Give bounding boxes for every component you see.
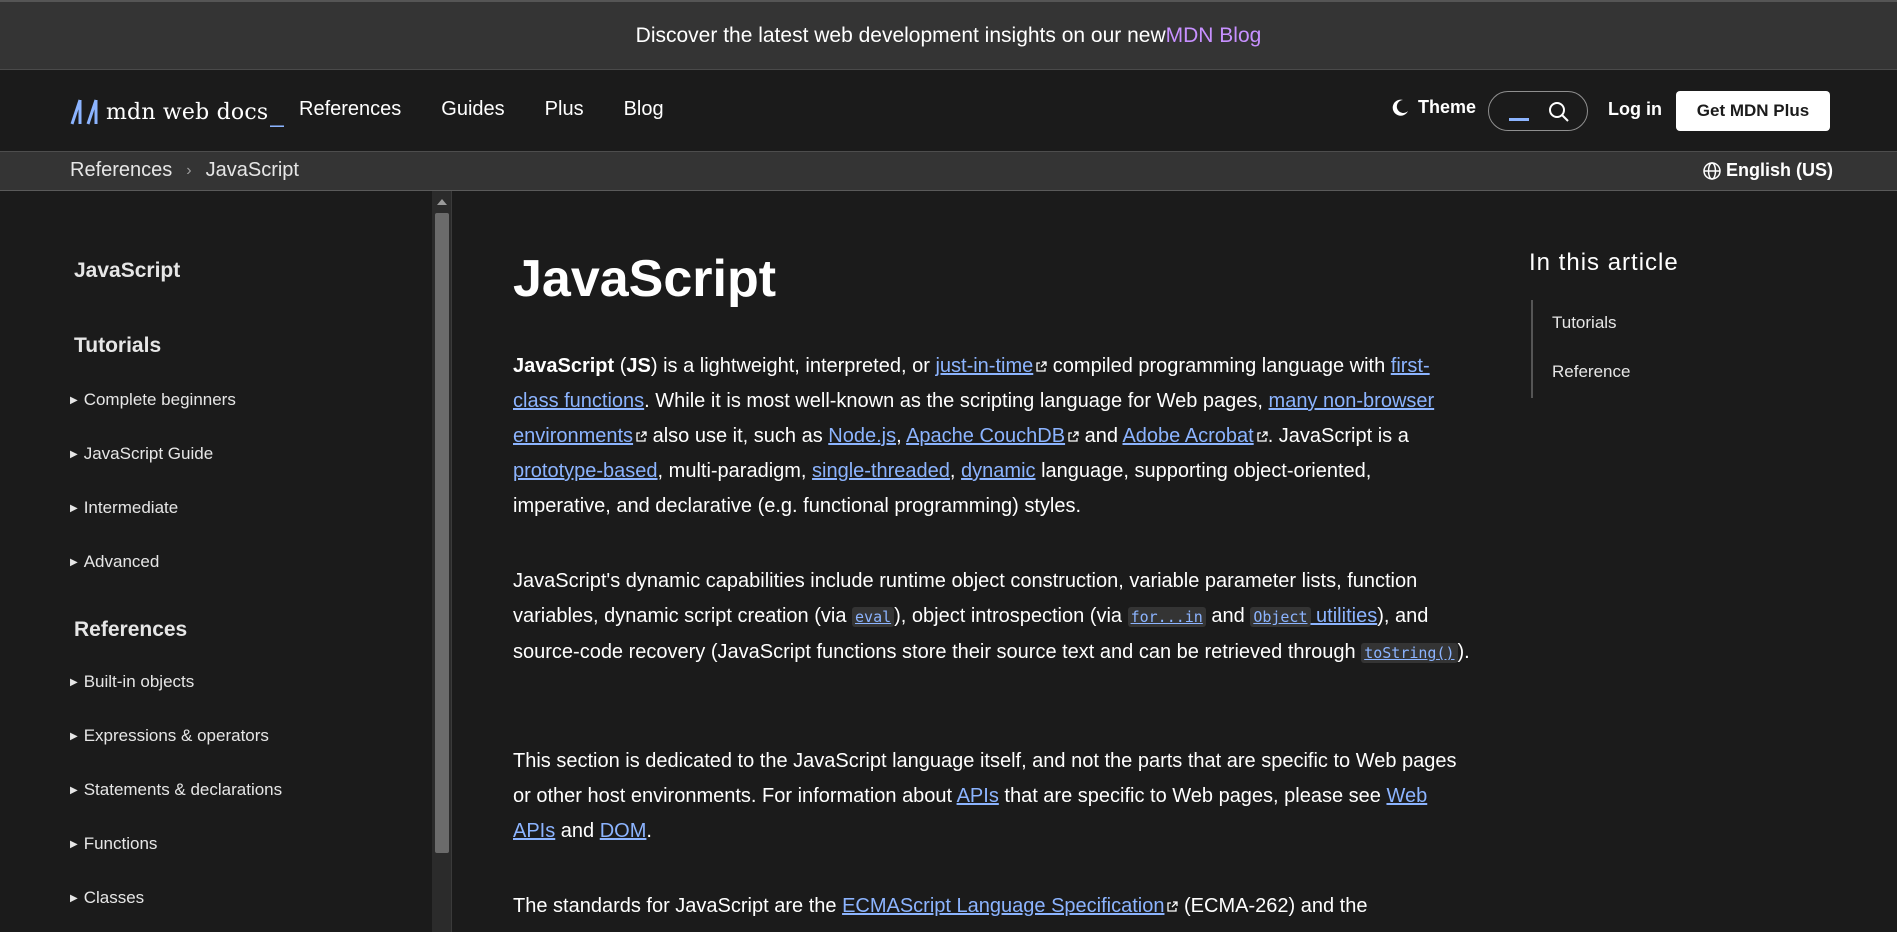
toc-item-reference[interactable]: Reference xyxy=(1552,362,1630,382)
sidebar-item-label: Complete beginners xyxy=(83,390,236,409)
caret-right-icon: ▶ xyxy=(70,730,78,742)
caret-right-icon: ▶ xyxy=(70,394,78,406)
scrollbar-thumb[interactable] xyxy=(435,213,449,853)
scope-paragraph: This section is dedicated to the JavaScr… xyxy=(513,750,1457,842)
sidebar-item-label: Advanced xyxy=(83,552,160,571)
mdn-blog-link[interactable]: MDN Blog xyxy=(1166,24,1262,48)
globe-icon xyxy=(1703,161,1721,180)
scroll-up-arrow-icon[interactable] xyxy=(437,199,447,205)
get-mdn-plus-button[interactable]: Get MDN Plus xyxy=(1676,91,1830,131)
sidebar-item-intermediate[interactable]: ▶ Intermediate xyxy=(70,498,178,518)
sidebar-item-label: Statements & declarations xyxy=(83,780,283,799)
breadcrumb-references[interactable]: References xyxy=(70,159,172,182)
intro-paragraph: JavaScript (JS) is a lightweight, interp… xyxy=(513,355,1435,517)
sidebar-item-built-in-objects[interactable]: ▶ Built-in objects xyxy=(70,672,194,692)
theme-label: Theme xyxy=(1418,97,1477,117)
toc-rail xyxy=(1531,300,1533,398)
external-link-icon xyxy=(1068,431,1079,442)
caret-right-icon: ▶ xyxy=(70,676,78,688)
link-utilities[interactable]: utilities xyxy=(1311,605,1377,627)
announcement-banner: Discover the latest web development insi… xyxy=(0,0,1897,70)
link-single-threaded[interactable]: single-threaded xyxy=(812,460,950,482)
sidebar-item-functions[interactable]: ▶ Functions xyxy=(70,834,157,854)
sidebar-item-statements-declarations[interactable]: ▶ Statements & declarations xyxy=(70,780,282,800)
site-header: mdn web docs _ References Guides Plus Bl… xyxy=(0,70,1897,152)
sidebar-item-javascript-guide[interactable]: ▶ JavaScript Guide xyxy=(70,444,213,464)
toc-heading: In this article xyxy=(1529,249,1679,276)
nav-references[interactable]: References xyxy=(299,98,401,121)
link-dynamic[interactable]: dynamic xyxy=(961,460,1035,482)
link-apis[interactable]: APIs xyxy=(957,785,999,807)
link-just-in-time[interactable]: just-in-time xyxy=(935,355,1033,377)
sidebar-item-complete-beginners[interactable]: ▶ Complete beginners xyxy=(70,390,236,410)
search-icon[interactable] xyxy=(1547,100,1571,124)
caret-right-icon: ▶ xyxy=(70,838,78,850)
mdn-logo-icon xyxy=(70,99,98,125)
standards-paragraph: The standards for JavaScript are the ECM… xyxy=(513,895,1368,917)
link-object[interactable]: Object xyxy=(1253,608,1307,626)
link-eval[interactable]: eval xyxy=(855,608,891,626)
link-prototype-based[interactable]: prototype-based xyxy=(513,460,658,482)
sidebar-title[interactable]: JavaScript xyxy=(74,259,180,283)
external-link-icon xyxy=(1036,361,1047,372)
sidebar: JavaScript Tutorials ▶ Complete beginners… xyxy=(0,191,432,932)
moon-icon xyxy=(1392,99,1408,116)
logo-underscore: _ xyxy=(270,101,284,128)
link-tostring[interactable]: toString() xyxy=(1364,644,1454,662)
link-adobe-acrobat[interactable]: Adobe Acrobat xyxy=(1122,425,1253,447)
sidebar-heading-tutorials: Tutorials xyxy=(74,334,162,357)
sidebar-item-classes[interactable]: ▶ Classes xyxy=(70,888,144,908)
toc-item-tutorials[interactable]: Tutorials xyxy=(1552,313,1617,333)
sidebar-item-label: Classes xyxy=(83,888,145,907)
caret-right-icon: ▶ xyxy=(70,556,78,568)
caret-right-icon: ▶ xyxy=(70,784,78,796)
sidebar-scrollbar[interactable] xyxy=(432,191,452,932)
breadcrumb-bar: References › JavaScript English (US) xyxy=(0,152,1897,191)
search-input[interactable] xyxy=(1488,91,1588,131)
logo-text: mdn web docs xyxy=(106,99,269,125)
sidebar-item-label: JavaScript Guide xyxy=(83,444,214,463)
language-label: English (US) xyxy=(1726,160,1833,180)
nav-blog[interactable]: Blog xyxy=(624,98,664,121)
caret-right-icon: ▶ xyxy=(70,448,78,460)
sidebar-item-advanced[interactable]: ▶ Advanced xyxy=(70,552,159,572)
chevron-right-icon: › xyxy=(186,161,192,179)
link-nodejs[interactable]: Node.js xyxy=(828,425,896,447)
caret-right-icon: ▶ xyxy=(70,892,78,904)
link-for-in[interactable]: for...in xyxy=(1131,608,1203,626)
banner-text: Discover the latest web development insi… xyxy=(635,23,1166,47)
sidebar-item-expressions-operators[interactable]: ▶ Expressions & operators xyxy=(70,726,269,746)
caret-right-icon: ▶ xyxy=(70,502,78,514)
breadcrumb: References › JavaScript xyxy=(70,159,299,182)
external-link-icon xyxy=(1257,431,1268,442)
theme-toggle[interactable]: Theme xyxy=(1390,97,1476,118)
language-selector[interactable]: English (US) xyxy=(1702,160,1833,181)
link-dom[interactable]: DOM xyxy=(600,820,647,842)
sidebar-item-label: Built-in objects xyxy=(83,672,195,691)
main-nav: References Guides Plus Blog xyxy=(299,98,664,121)
breadcrumb-javascript[interactable]: JavaScript xyxy=(206,159,299,182)
mdn-logo[interactable]: mdn web docs _ xyxy=(70,96,284,128)
external-link-icon xyxy=(1167,901,1179,912)
page-title: JavaScript xyxy=(513,250,777,308)
nav-plus[interactable]: Plus xyxy=(545,98,584,121)
search-cursor xyxy=(1509,118,1529,121)
sidebar-item-label: Expressions & operators xyxy=(83,726,269,745)
sidebar-heading-references: References xyxy=(74,618,188,641)
sidebar-item-label: Intermediate xyxy=(83,498,179,517)
nav-guides[interactable]: Guides xyxy=(441,98,504,121)
link-apache-couchdb[interactable]: Apache CouchDB xyxy=(906,425,1065,447)
capabilities-paragraph: JavaScript's dynamic capabilities includ… xyxy=(513,570,1470,663)
sidebar-item-label: Functions xyxy=(83,834,158,853)
external-link-icon xyxy=(636,431,647,442)
link-ecmascript-spec[interactable]: ECMAScript Language Specification xyxy=(842,895,1164,917)
login-link[interactable]: Log in xyxy=(1608,99,1662,120)
